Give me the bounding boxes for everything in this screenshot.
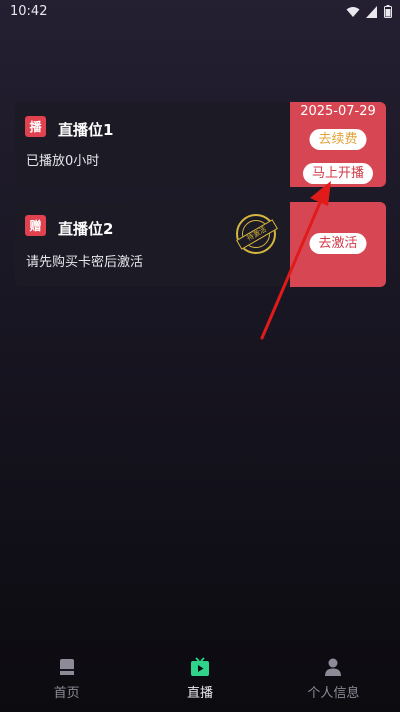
home-icon	[59, 659, 74, 675]
slot-title: 直播位2	[58, 220, 114, 238]
user-icon	[325, 658, 342, 676]
nav-item-live[interactable]: 直播	[133, 645, 266, 712]
slot-badge: 播	[25, 116, 46, 137]
activate-button[interactable]: 去激活	[309, 233, 367, 254]
pending-activation-stamp: 待激活	[236, 214, 278, 254]
slot-title: 直播位1	[58, 121, 114, 139]
slot-subtitle: 已播放0小时	[26, 154, 100, 169]
status-time: 10:42	[10, 4, 48, 19]
status-icons	[346, 5, 392, 18]
nav-label: 个人信息	[307, 686, 360, 701]
battery-icon	[384, 5, 392, 18]
live-slot-card-2: 赠 直播位2 请先购买卡密后激活 待激活 去激活	[15, 202, 386, 287]
slot-subtitle: 请先购买卡密后激活	[26, 255, 144, 270]
expiry-date: 2025-07-29	[300, 104, 376, 119]
nav-item-home[interactable]: 首页	[0, 645, 133, 712]
nav-label: 直播	[186, 686, 213, 701]
renew-button[interactable]: 去续费	[309, 129, 367, 150]
signal-icon	[366, 5, 377, 18]
live-slot-card-1: 播 直播位1 已播放0小时 2025-07-29 去续费 马上开播	[15, 102, 386, 187]
nav-label: 首页	[53, 686, 80, 701]
tv-icon	[190, 657, 209, 676]
wifi-icon	[346, 6, 360, 17]
slot-action-panel: 2025-07-29 去续费 马上开播	[290, 102, 386, 187]
nav-item-profile[interactable]: 个人信息	[267, 645, 400, 712]
slot-badge: 赠	[25, 215, 46, 236]
start-live-button[interactable]: 马上开播	[302, 163, 374, 184]
slot-action-panel: 去激活	[290, 202, 386, 287]
bottom-nav: 首页 直播 个人信息	[0, 645, 400, 712]
status-bar: 10:42	[0, 0, 400, 24]
